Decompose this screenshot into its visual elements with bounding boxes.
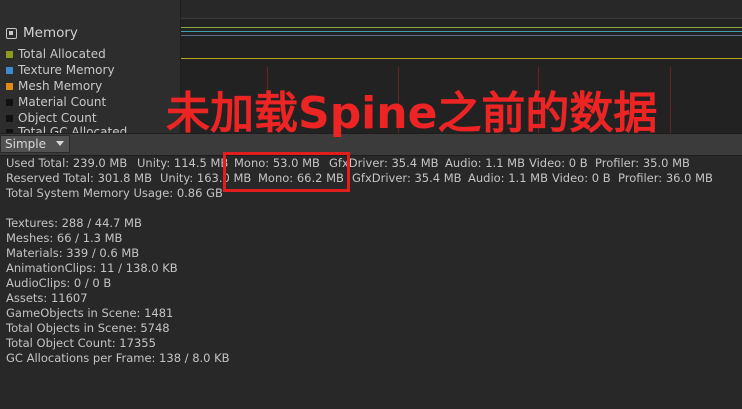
view-mode-dropdown[interactable]: Simple [0, 135, 70, 153]
legend-label: Total Allocated [18, 47, 106, 61]
legend-item-mesh-memory[interactable]: Mesh Memory [6, 78, 102, 94]
chip-icon [6, 27, 17, 39]
annotation-overlay-text: 未加载Spine之前的数据 [166, 88, 658, 139]
detail-animation-clips: AnimationClips: 11 / 138.0 KB [6, 261, 178, 275]
legend-item-material-count[interactable]: Material Count [6, 94, 106, 110]
used-video: Video: 0 B [529, 156, 588, 170]
dropdown-arrow-icon [56, 141, 64, 146]
legend-label: Object Count [18, 111, 97, 125]
legend-label: Mesh Memory [18, 79, 103, 93]
legend-swatch [6, 114, 13, 122]
detail-materials: Materials: 339 / 0.6 MB [6, 246, 140, 260]
legend-swatch [6, 82, 13, 90]
reserved-profiler: Profiler: 36.0 MB [618, 171, 713, 185]
legend-swatch [6, 66, 13, 74]
graph-frame-marker [670, 67, 671, 134]
graph-line-mesh [181, 35, 742, 36]
reserved-video: Video: 0 B [552, 171, 611, 185]
reserved-total: Reserved Total: 301.8 MB [6, 171, 152, 185]
total-system-memory: Total System Memory Usage: 0.86 GB [6, 186, 223, 200]
legend-label: Material Count [18, 95, 107, 109]
memory-module-title: Memory [23, 25, 78, 41]
detail-meshes: Meshes: 66 / 1.3 MB [6, 231, 123, 245]
detail-total-objects-in-scene: Total Objects in Scene: 5748 [6, 321, 170, 335]
legend-swatch [6, 98, 13, 106]
memory-legend-panel: Memory Total Allocated Texture Memory Me… [0, 0, 181, 133]
graph-header-strip [181, 0, 742, 18]
legend-item-total-allocated[interactable]: Total Allocated [6, 46, 106, 62]
used-unity: Unity: 114.5 MB [137, 156, 229, 170]
detail-total-object-count: Total Object Count: 17355 [6, 336, 156, 350]
reserved-audio: Audio: 1.1 MB [468, 171, 548, 185]
used-total: Used Total: 239.0 MB [6, 156, 128, 170]
detail-gameobjects-in-scene: GameObjects in Scene: 1481 [6, 306, 174, 320]
legend-label: Total GC Allocated [18, 125, 128, 133]
graph-line-texture [181, 31, 742, 32]
used-audio: Audio: 1.1 MB [445, 156, 525, 170]
detail-audio-clips: AudioClips: 0 / 0 B [6, 276, 112, 290]
used-profiler: Profiler: 35.0 MB [595, 156, 690, 170]
mono-highlight-box [223, 152, 350, 192]
detail-gc-allocations: GC Allocations per Frame: 138 / 8.0 KB [6, 351, 230, 365]
legend-label: Texture Memory [18, 63, 115, 77]
reserved-gfxdriver: GfxDriver: 35.4 MB [352, 171, 462, 185]
graph-line-total [181, 27, 742, 28]
view-mode-value: Simple [5, 137, 46, 151]
detail-textures: Textures: 288 / 44.7 MB [6, 216, 142, 230]
memory-module-header[interactable]: Memory [6, 24, 78, 42]
legend-swatch [6, 50, 13, 58]
graph-line-gc [181, 58, 742, 59]
legend-item-texture-memory[interactable]: Texture Memory [6, 62, 115, 78]
detail-assets: Assets: 11607 [6, 291, 88, 305]
legend-item-total-gc-allocated[interactable]: Total GC Allocated [6, 124, 127, 133]
